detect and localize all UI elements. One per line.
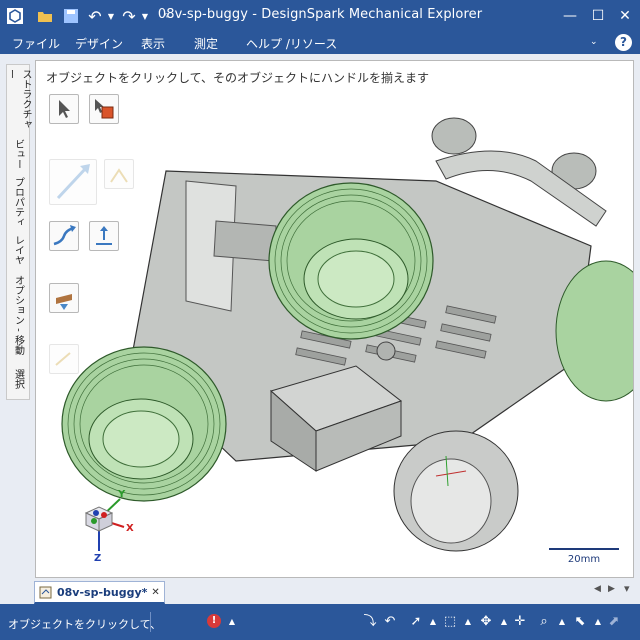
document-tab-close-icon[interactable]: ✕ <box>151 587 159 598</box>
document-tabs: 08v-sp-buggy* ✕ ◀ ▶ ▾ <box>0 578 640 604</box>
navigate-back-icon[interactable]: ⬉ <box>572 614 588 630</box>
tab-scroll-left-icon[interactable]: ◀ <box>594 584 601 594</box>
navigate-forward-icon[interactable]: ⬈ <box>606 614 622 630</box>
tab-structure[interactable]: ストラクチャー <box>5 65 31 133</box>
side-panel-tabs: ストラクチャー ビュー プロパティ レイヤ オプション - 移動 選択 <box>5 64 31 400</box>
rotate-tool-button[interactable] <box>49 344 79 374</box>
select-component-button[interactable] <box>89 94 119 124</box>
menu-bar: ファイル デザイン 表示 測定 ヘルプ /リソース ⌄ ? <box>0 32 640 54</box>
title-bar: ↶ ▼ ↷ ▼ ▿ 08v-sp-buggy - DesignSpark Mec… <box>0 0 640 32</box>
status-text: オブジェクトをクリックして、 <box>8 618 162 631</box>
select-tool-button[interactable] <box>49 94 79 124</box>
zoom-icon[interactable]: ⌕ <box>536 614 552 630</box>
orient-icon[interactable]: ✥ <box>478 614 494 630</box>
navigate-dropdown-icon[interactable]: ▲ <box>590 614 606 630</box>
scale-label: 20mm <box>567 554 601 565</box>
axis-x-label: X <box>126 523 134 534</box>
tab-options-move[interactable]: オプション - 移動 <box>7 271 29 365</box>
menu-help-resources[interactable]: ヘルプ /リソース <box>246 35 337 52</box>
axis-y-label: Y <box>118 489 126 500</box>
menu-view[interactable]: 表示 <box>141 35 165 52</box>
rotate-view-icon[interactable]: ⤵ <box>362 614 378 630</box>
menu-measure[interactable]: 測定 <box>194 35 218 52</box>
move-tool-button[interactable] <box>49 159 97 205</box>
tab-selection[interactable]: 選択 <box>7 365 29 399</box>
maximize-icon[interactable]: ☐ <box>588 6 608 26</box>
box-select-dropdown-icon[interactable]: ▲ <box>460 614 476 630</box>
zoom-dropdown-icon[interactable]: ▲ <box>554 614 570 630</box>
3d-viewport[interactable]: オブジェクトをクリックして、そのオブジェクトにハンドルを揃えます Y X Z 2… <box>35 60 634 578</box>
window-title: 08v-sp-buggy - DesignSpark Mechanical Ex… <box>157 7 483 22</box>
orient-dropdown-icon[interactable]: ▲ <box>496 614 512 630</box>
anchor-tool-button[interactable] <box>49 283 79 313</box>
tab-properties[interactable]: プロパティ <box>7 173 29 229</box>
error-icon[interactable]: ! <box>207 614 221 628</box>
move-anchor-button[interactable] <box>104 159 134 189</box>
menu-design[interactable]: デザイン <box>75 35 123 52</box>
select-mode-dropdown-icon[interactable]: ▲ <box>425 614 441 630</box>
box-select-icon[interactable]: ⬚ <box>442 614 458 630</box>
status-divider <box>150 612 151 632</box>
menu-file[interactable]: ファイル <box>12 35 60 52</box>
minimize-icon[interactable]: — <box>560 6 580 26</box>
move-along-path-button[interactable] <box>49 221 79 251</box>
axis-z-label: Z <box>94 553 102 564</box>
ribbon-collapse-icon[interactable]: ⌄ <box>590 37 598 47</box>
help-icon[interactable]: ? <box>615 34 632 51</box>
error-dropdown-icon[interactable]: ▲ <box>224 614 240 630</box>
document-icon <box>39 586 52 599</box>
pan-icon[interactable]: ✛ <box>512 614 528 630</box>
document-tab[interactable]: 08v-sp-buggy* ✕ <box>34 581 165 604</box>
tab-scroll-right-icon[interactable]: ▶ <box>608 584 615 594</box>
scale-bar: 20mm <box>549 548 619 565</box>
tab-list-icon[interactable]: ▾ <box>624 582 630 595</box>
status-bar: オブジェクトをクリックして、 ! ▲ ⤵ ↶ ➚ ▲ ⬚ ▲ ✥ ▲ ✛ ⌕ ▲… <box>0 604 640 640</box>
tab-view[interactable]: ビュー <box>7 135 29 171</box>
document-tab-label: 08v-sp-buggy* <box>57 585 148 599</box>
close-icon[interactable]: ✕ <box>615 6 635 26</box>
view-undo-icon[interactable]: ↶ <box>382 614 398 630</box>
pull-tool-button[interactable] <box>89 221 119 251</box>
tab-layers[interactable]: レイヤ <box>7 231 29 269</box>
select-mode-icon[interactable]: ➚ <box>408 614 424 630</box>
